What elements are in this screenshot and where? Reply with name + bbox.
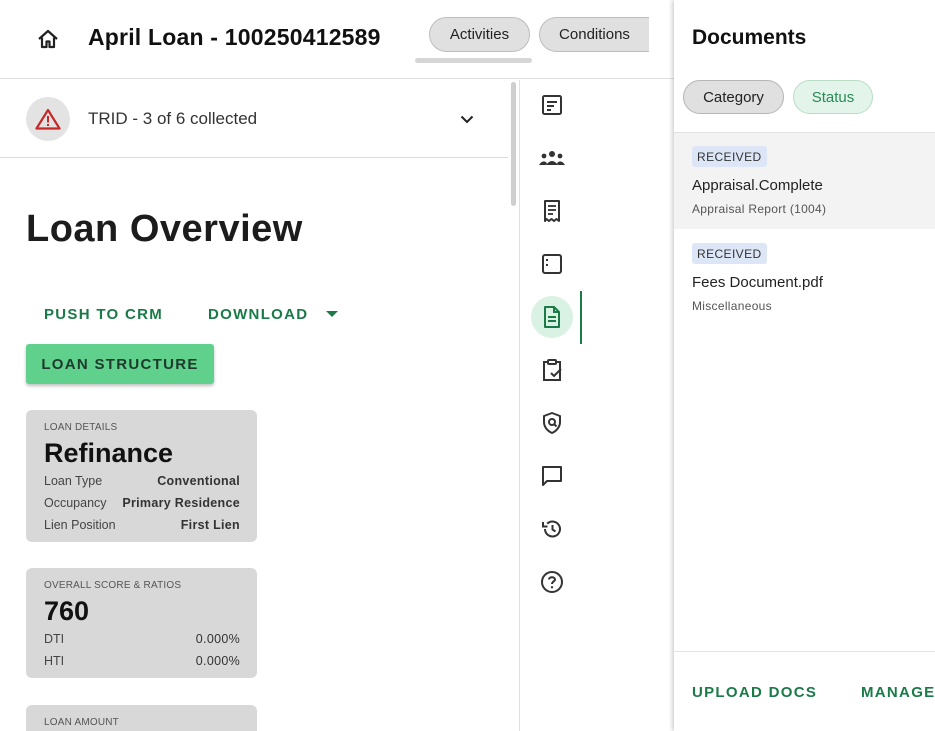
- tabs-scrollbar[interactable]: [415, 58, 532, 63]
- loan-amount-card: LOAN AMOUNT: [26, 705, 257, 731]
- manage-button[interactable]: MANAGE: [861, 684, 935, 701]
- document-name: Appraisal.Complete: [692, 177, 823, 194]
- history-icon[interactable]: [531, 508, 573, 550]
- filter-status-chip[interactable]: Status: [793, 80, 873, 114]
- active-indicator: [580, 291, 582, 344]
- lien-position-row: Lien Position First Lien: [44, 518, 240, 532]
- overview-scrollbar[interactable]: [511, 82, 516, 206]
- card-label: LOAN AMOUNT: [44, 717, 119, 728]
- filter-category-chip[interactable]: Category: [683, 80, 784, 114]
- row-label: DTI: [44, 632, 65, 646]
- row-value: 0.000%: [195, 632, 240, 646]
- clipboard-check-icon[interactable]: [531, 349, 573, 391]
- divider: [674, 651, 935, 652]
- loan-type-row: Loan Type Conventional: [44, 474, 240, 488]
- loan-overview-pane: TRID - 3 of 6 collected Loan Overview PU…: [0, 80, 508, 731]
- push-to-crm-button[interactable]: PUSH TO CRM: [44, 306, 163, 323]
- status-badge: RECEIVED: [692, 243, 767, 264]
- loan-details-card: LOAN DETAILS Refinance Loan Type Convent…: [26, 410, 257, 542]
- loan-structure-button[interactable]: LOAN STRUCTURE: [26, 344, 214, 384]
- credit-score: 760: [44, 596, 90, 626]
- documents-icon[interactable]: [531, 296, 573, 338]
- chevron-down-icon[interactable]: [457, 109, 477, 129]
- status-badge: RECEIVED: [692, 146, 767, 167]
- row-value: Conventional: [157, 474, 240, 488]
- chat-icon[interactable]: [531, 455, 573, 497]
- help-icon[interactable]: [531, 561, 573, 603]
- card-label: LOAN DETAILS: [44, 422, 118, 433]
- panel-title: Documents: [692, 26, 807, 49]
- trid-status-text: TRID - 3 of 6 collected: [88, 109, 258, 128]
- caret-down-icon[interactable]: [326, 311, 338, 317]
- people-icon[interactable]: [531, 137, 573, 179]
- hti-row: HTI 0.000%: [44, 654, 240, 668]
- document-category: Appraisal Report (1004): [692, 202, 827, 216]
- row-value: Primary Residence: [122, 496, 240, 510]
- document-list-item[interactable]: RECEIVED Fees Document.pdf Miscellaneous: [674, 230, 935, 326]
- document-list-item[interactable]: RECEIVED Appraisal.Complete Appraisal Re…: [674, 133, 935, 229]
- side-icon-rail: [519, 80, 674, 731]
- row-label: Loan Type: [44, 474, 103, 488]
- document-outline-icon[interactable]: [531, 243, 573, 285]
- shield-search-icon[interactable]: [531, 402, 573, 444]
- documents-panel: Documents Category Status RECEIVED Appra…: [674, 0, 935, 731]
- card-label: OVERALL SCORE & RATIOS: [44, 580, 182, 591]
- score-ratios-card: OVERALL SCORE & RATIOS 760 DTI 0.000% HT…: [26, 568, 257, 678]
- document-name: Fees Document.pdf: [692, 274, 823, 291]
- summary-icon[interactable]: [531, 84, 573, 126]
- receipt-icon[interactable]: [531, 190, 573, 232]
- row-label: Lien Position: [44, 518, 116, 532]
- dti-row: DTI 0.000%: [44, 632, 240, 646]
- tab-activities[interactable]: Activities: [429, 17, 530, 52]
- home-icon[interactable]: [34, 26, 62, 52]
- trid-status-bar[interactable]: TRID - 3 of 6 collected: [0, 80, 508, 158]
- loan-purpose: Refinance: [44, 438, 174, 468]
- row-value: First Lien: [180, 518, 240, 532]
- row-value: 0.000%: [195, 654, 240, 668]
- download-button[interactable]: DOWNLOAD: [208, 306, 308, 323]
- upload-docs-button[interactable]: UPLOAD DOCS: [692, 684, 817, 701]
- occupancy-row: Occupancy Primary Residence: [44, 496, 240, 510]
- row-label: HTI: [44, 654, 65, 668]
- document-category: Miscellaneous: [692, 299, 772, 313]
- loan-title: April Loan - 100250412589: [88, 24, 381, 50]
- page-title: Loan Overview: [26, 208, 303, 250]
- warning-icon: [26, 97, 70, 141]
- row-label: Occupancy: [44, 496, 107, 510]
- tab-conditions[interactable]: Conditions: [539, 17, 649, 52]
- app-header: April Loan - 100250412589 Activities Con…: [0, 0, 674, 79]
